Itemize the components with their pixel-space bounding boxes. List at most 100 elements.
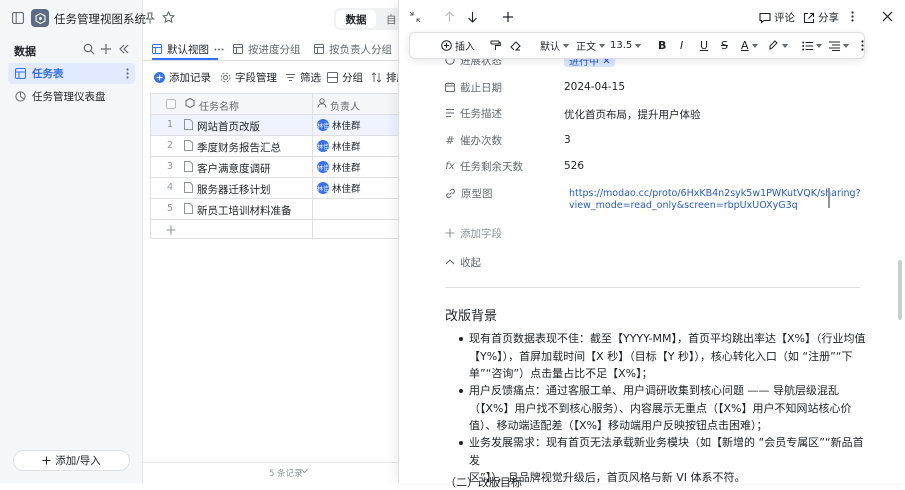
primary-field-icon	[185, 98, 195, 108]
owner-cell[interactable]: 林佳 林佳群	[317, 181, 361, 195]
strikethrough-icon[interactable]: S	[721, 39, 728, 52]
field-manage-button[interactable]: 字段管理	[220, 68, 277, 86]
header-tab-automation[interactable]: 自	[386, 12, 397, 27]
paragraph-select[interactable]: 正文	[576, 38, 605, 53]
add-record-button[interactable]: 添加记录	[154, 68, 211, 86]
avatar: 林佳	[317, 140, 329, 152]
font-size-select[interactable]: 13.5	[610, 40, 642, 51]
doc-bullet[interactable]: 现有首页数据表现不佳：截至【YYYY-MM】，首页平均跳出率达【X%】（行业均值…	[459, 330, 869, 383]
bold-icon[interactable]: B	[658, 39, 666, 52]
caret-down-icon	[563, 43, 569, 48]
deadline-value[interactable]: 2024-04-15	[564, 81, 625, 93]
table-row[interactable]: 5 新员工培训材料准备	[151, 199, 401, 220]
star-icon[interactable]	[162, 11, 175, 24]
table-row[interactable]: 2 季度财务报告汇总 林佳 林佳群	[151, 136, 401, 157]
doc-heading[interactable]: 改版背景	[445, 305, 497, 324]
document-icon	[184, 119, 193, 130]
add-import-button[interactable]: 添加/导入	[13, 450, 130, 471]
bullet-line: 用户反馈痛点：通过客服工单、用户调研收集到核心问题 —— 导航层级混乱	[469, 384, 839, 397]
tab-default-view[interactable]: 默认视图	[152, 38, 224, 60]
sidebar-item-label: 任务表	[32, 68, 64, 80]
caret-down-icon	[751, 43, 758, 48]
more-icon[interactable]	[214, 48, 224, 51]
collapse-label: 收起	[460, 256, 481, 269]
table-row[interactable]: 3 客户满意度调研 林佳 林佳群	[151, 157, 401, 178]
select-all-checkbox[interactable]	[166, 99, 176, 109]
tab-label: 按负责人分组	[329, 43, 392, 56]
sidebar-item-dashboard[interactable]: 任务管理仪表盘	[8, 86, 135, 107]
add-record-label: 添加记录	[169, 71, 211, 84]
caret-down-icon	[635, 43, 642, 48]
description-value[interactable]: 优化首页布局，提升用户体验	[564, 107, 701, 122]
arrow-down-icon[interactable]	[467, 11, 478, 23]
style-select[interactable]: 默认	[540, 38, 569, 53]
chevron-down-icon[interactable]	[301, 469, 308, 474]
text-color-button[interactable]: A	[741, 39, 758, 52]
tab-progress-group[interactable]: 按进度分组	[233, 38, 301, 60]
field-description[interactable]: 任务描述	[445, 105, 502, 121]
task-name-cell[interactable]: 服务器迁移计划	[197, 182, 271, 197]
add-icon[interactable]	[502, 11, 514, 23]
search-icon[interactable]	[83, 43, 95, 55]
share-button[interactable]: 分享	[803, 10, 839, 25]
field-deadline[interactable]: 截止日期	[445, 79, 502, 95]
owner-cell[interactable]: 林佳 林佳群	[317, 160, 361, 174]
field-prototype[interactable]: 原型图	[445, 185, 493, 201]
sidebar-toggle-icon[interactable]	[12, 12, 24, 24]
collapse-sidebar-icon[interactable]	[118, 43, 130, 55]
arrow-up-icon[interactable]	[444, 11, 455, 23]
shrink-icon[interactable]	[409, 11, 421, 23]
add-row[interactable]	[151, 220, 401, 241]
doc-next-heading[interactable]: （二）改版目标	[445, 474, 522, 490]
more-icon[interactable]	[126, 68, 129, 79]
field-manage-label: 字段管理	[235, 71, 277, 84]
bullet-list-button[interactable]	[802, 41, 822, 51]
more-icon[interactable]	[861, 40, 864, 51]
bullet-line: 业务发展需求：现有首页无法承载新业务模块（如【新增的 “会员专属区”“新品首发	[469, 436, 864, 467]
sort-icon	[371, 71, 382, 83]
calendar-icon	[445, 82, 455, 92]
doc-bullet[interactable]: 用户反馈痛点：通过客服工单、用户调研收集到核心问题 —— 导航层级混乱 （【X%…	[459, 382, 869, 435]
underline-icon[interactable]: U	[700, 39, 708, 52]
eraser-icon[interactable]	[510, 40, 521, 51]
filter-button[interactable]: 筛选	[285, 68, 321, 86]
column-divider	[312, 115, 313, 135]
scrollbar[interactable]	[898, 260, 902, 320]
italic-icon[interactable]: I	[680, 39, 683, 52]
prototype-link-line2: view_mode=read_only&screen=rbpUxUOXyG3q	[569, 200, 798, 211]
task-name-cell[interactable]: 客户满意度调研	[197, 161, 271, 176]
grid-view-icon	[233, 44, 243, 54]
align-button[interactable]	[829, 41, 849, 51]
close-icon[interactable]	[882, 11, 893, 22]
comment-button[interactable]: 评论	[759, 10, 795, 25]
reminder-count-value[interactable]: 3	[564, 134, 571, 146]
add-icon[interactable]	[100, 43, 112, 55]
owner-cell[interactable]: 林佳 林佳群	[317, 118, 361, 132]
task-name-cell[interactable]: 网站首页改版	[197, 119, 260, 134]
pin-icon[interactable]	[144, 12, 156, 24]
header-tab-data[interactable]: 数据	[336, 10, 376, 28]
more-icon[interactable]	[851, 11, 854, 22]
task-name-cell[interactable]: 季度财务报告汇总	[197, 140, 281, 155]
add-import-label: 添加/导入	[55, 455, 101, 467]
owner-cell[interactable]: 林佳 林佳群	[317, 139, 361, 153]
insert-button[interactable]: 插入	[441, 38, 475, 53]
table-row[interactable]: 1 网站首页改版 林佳 林佳群	[151, 115, 401, 136]
tab-owner-group[interactable]: 按负责人分组	[314, 38, 392, 60]
field-remaining-days[interactable]: fx 任务剩余天数	[445, 158, 523, 174]
remaining-days-value[interactable]: 526	[564, 160, 584, 172]
format-painter-icon[interactable]	[490, 40, 501, 51]
add-field-button[interactable]: 添加字段	[445, 225, 502, 241]
insert-label: 插入	[455, 42, 475, 53]
prototype-link[interactable]: https://modao.cc/proto/6HxKB4n2syk5w1PWK…	[569, 188, 861, 212]
highlight-button[interactable]	[768, 40, 788, 51]
sidebar-item-task-table[interactable]: 任务表	[8, 63, 135, 84]
group-button[interactable]: 分组	[327, 68, 363, 86]
column-header-task-name[interactable]: 任务名称	[199, 98, 239, 113]
table-row[interactable]: 4 服务器迁移计划 林佳 林佳群	[151, 178, 401, 199]
app-title: 任务管理视图系统	[54, 12, 146, 26]
column-header-owner[interactable]: 负责人	[330, 98, 360, 113]
field-reminder-count[interactable]: # 催办次数	[445, 132, 502, 148]
collapse-button[interactable]: 收起	[445, 254, 481, 270]
task-name-cell[interactable]: 新员工培训材料准备	[197, 203, 292, 218]
